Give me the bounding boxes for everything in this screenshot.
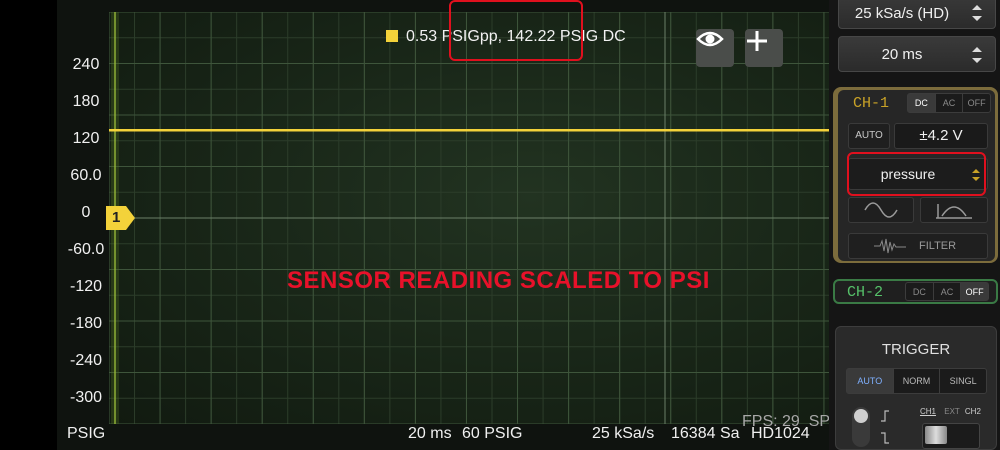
- source-ch1: CH1: [920, 407, 937, 416]
- ch1-ac[interactable]: AC: [934, 94, 963, 112]
- ch2-coupling-toggle[interactable]: DC AC OFF: [905, 282, 989, 301]
- y-tick-label: 240: [72, 56, 100, 73]
- sample-rate-select[interactable]: 25 kSa/s (HD): [838, 0, 996, 29]
- sample-rate-label: 25 kSa/s: [592, 425, 655, 442]
- eye-icon[interactable]: [696, 29, 734, 67]
- updown-arrow-icon: [972, 47, 982, 63]
- ch1-sine-button[interactable]: [848, 197, 914, 223]
- ch1-fft-button[interactable]: [920, 197, 988, 223]
- sine-wave-icon: [864, 202, 898, 218]
- sample-count-label: 16384 Sa: [671, 425, 740, 442]
- timebase-select[interactable]: 20 ms: [838, 36, 996, 72]
- timebase-value: 20 ms: [881, 46, 923, 63]
- y-tick-label: 60.0: [70, 167, 102, 184]
- ch1-color-swatch: [386, 30, 398, 42]
- trigger-panel: TRIGGER AUTO NORM SINGL CH1 EXT CH2: [835, 326, 997, 450]
- highlight-box-probe: [847, 152, 986, 196]
- plus-icon[interactable]: [745, 29, 783, 67]
- plot-area[interactable]: 0.53 PSIGpp, 142.22 PSIG DC SENSOR READI…: [109, 0, 875, 430]
- trigger-source-switch[interactable]: [922, 423, 980, 449]
- trigger-norm[interactable]: NORM: [892, 369, 940, 393]
- ch2-off[interactable]: OFF: [960, 283, 989, 300]
- ch1-range-value[interactable]: ±4.2 V: [894, 123, 988, 149]
- ch1-filter-button[interactable]: FILTER: [848, 233, 988, 259]
- trigger-mode-toggle[interactable]: AUTO NORM SINGL: [846, 368, 987, 394]
- ch2-panel[interactable]: CH-2 DC AC OFF: [833, 279, 998, 304]
- ch1-off[interactable]: OFF: [962, 94, 990, 112]
- timebase-label: 20 ms: [408, 425, 452, 442]
- unit-label: PSIG: [67, 425, 106, 442]
- annotation-text: SENSOR READING SCALED TO PSI: [287, 267, 710, 294]
- y-tick-label: -180: [69, 315, 103, 332]
- trigger-auto[interactable]: AUTO: [847, 369, 893, 393]
- trigger-slope-switch[interactable]: [852, 407, 870, 447]
- ch1-auto-button[interactable]: AUTO: [848, 123, 890, 149]
- y-tick-label: 120: [72, 130, 100, 147]
- y-tick-label: -120: [69, 278, 103, 295]
- control-panel: 25 kSa/s (HD) 20 ms CH-1 DC AC OFF AUTO …: [829, 0, 1000, 450]
- y-tick-label: -300: [69, 389, 103, 406]
- ch2-name: CH-2: [847, 284, 884, 301]
- y-tick-label: 180: [72, 93, 100, 110]
- highlight-box-readout: [449, 0, 583, 61]
- ch1-name: CH-1: [853, 95, 890, 112]
- trigger-title: TRIGGER: [881, 341, 951, 358]
- ch1-ground-marker[interactable]: 1: [106, 206, 136, 230]
- spectrum-icon: [936, 204, 972, 219]
- y-tick-label: -60.0: [67, 241, 105, 258]
- waveform-icon: [874, 238, 906, 254]
- trigger-slope-icon: [881, 410, 889, 444]
- y-tick-label: 0: [81, 204, 91, 221]
- ch2-ac[interactable]: AC: [932, 283, 961, 300]
- updown-arrow-icon: [972, 5, 982, 21]
- left-edge: [0, 0, 57, 450]
- ch2-dc[interactable]: DC: [906, 283, 933, 300]
- source-ch2: CH2: [964, 407, 981, 416]
- sample-rate-value: 25 kSa/s (HD): [854, 5, 950, 22]
- ch1-marker-label: 1: [112, 209, 121, 226]
- source-ext: EXT: [944, 407, 960, 416]
- ch1-dc[interactable]: DC: [908, 94, 935, 112]
- trigger-single[interactable]: SINGL: [939, 369, 986, 393]
- trigger-source-labels: CH1 EXT CH2: [920, 407, 981, 416]
- ch1-filter-label: FILTER: [919, 240, 957, 252]
- ch1-coupling-toggle[interactable]: DC AC OFF: [907, 93, 991, 113]
- mode-label: HD1024: [751, 425, 810, 442]
- y-tick-label: -240: [69, 352, 103, 369]
- scope-display[interactable]: 240 180 120 60.0 0 -60.0 -120 -180 -240 …: [57, 0, 875, 450]
- plot-grid: [109, 12, 875, 424]
- vdiv-label: 60 PSIG: [462, 425, 523, 442]
